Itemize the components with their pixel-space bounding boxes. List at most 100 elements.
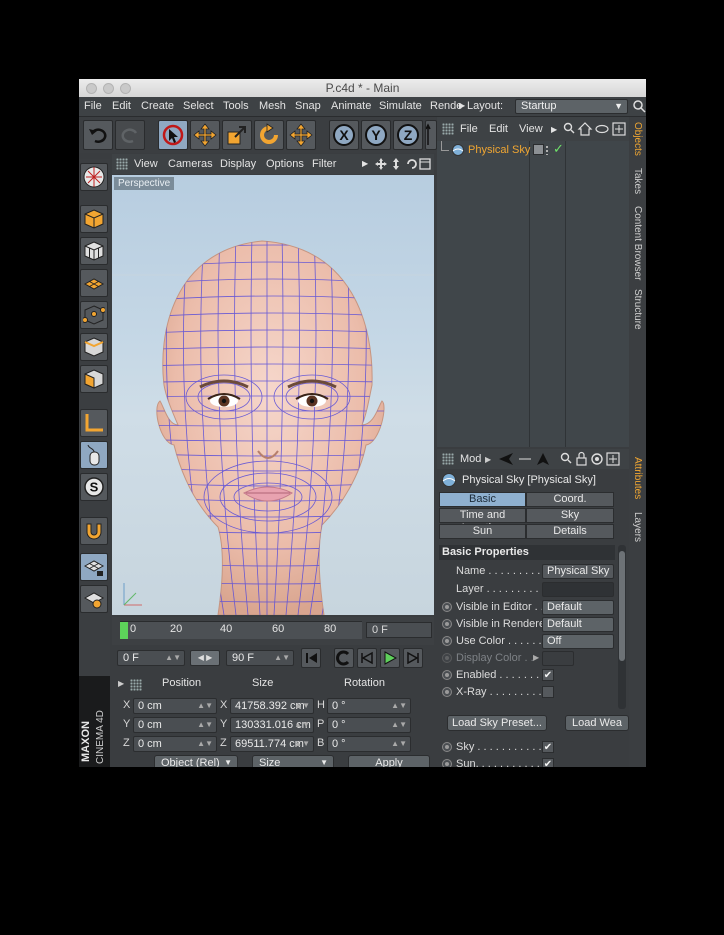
menu-mesh[interactable]: Mesh xyxy=(259,100,286,112)
z-axis-lock-button[interactable]: Z xyxy=(393,120,423,150)
tab-coord[interactable]: Coord. xyxy=(526,492,614,507)
object-list[interactable]: Physical Sky ✓ xyxy=(437,141,629,447)
viewport-menu-display[interactable]: Display xyxy=(220,158,256,170)
animation-radio[interactable] xyxy=(442,687,452,697)
viewport-menu-cameras[interactable]: Cameras xyxy=(168,158,213,170)
rotation-b-field[interactable]: 0 ° ▲▼ xyxy=(327,736,411,752)
tab-takes[interactable]: Takes xyxy=(629,161,646,201)
object-manager-tool-icons[interactable] xyxy=(563,122,627,136)
tab-sky[interactable]: Sky xyxy=(526,508,614,523)
objects-menu-edit[interactable]: Edit xyxy=(489,123,508,135)
current-frame-marker[interactable] xyxy=(120,622,128,639)
workplane-mode-button[interactable] xyxy=(80,269,108,297)
grip-icon[interactable] xyxy=(116,158,128,170)
position-y-field[interactable]: 0 cm ▲▼ xyxy=(133,717,217,733)
texture-mode-button[interactable] xyxy=(80,237,108,265)
close-window-button[interactable] xyxy=(86,83,97,94)
play-button[interactable] xyxy=(380,648,400,668)
layer-field[interactable] xyxy=(542,582,614,597)
viewport-menu-filter[interactable]: Filter xyxy=(312,158,336,170)
list-item[interactable]: Physical Sky ✓ xyxy=(437,141,629,159)
menu-create[interactable]: Create xyxy=(141,100,174,112)
rotate-tool-button[interactable] xyxy=(254,120,284,150)
size-mode-select[interactable]: Size ▼ xyxy=(252,755,334,767)
menu-edit[interactable]: Edit xyxy=(112,100,131,112)
visible-in-editor-select[interactable]: Default xyxy=(542,600,614,615)
rotation-h-field[interactable]: 0 ° ▲▼ xyxy=(327,698,411,714)
menu-select[interactable]: Select xyxy=(183,100,214,112)
menu-simulate[interactable]: Simulate xyxy=(379,100,422,112)
axis-mode-button[interactable] xyxy=(80,409,108,437)
previous-frame-button[interactable] xyxy=(357,648,377,668)
rotation-p-field[interactable]: 0 ° ▲▼ xyxy=(327,717,411,733)
attributes-scrollbar[interactable] xyxy=(618,545,626,709)
start-frame-field[interactable]: 0 F ▲▼ xyxy=(117,650,185,666)
objects-menu-more-icon[interactable]: ▶ xyxy=(551,125,557,134)
position-x-field[interactable]: 0 cm ▲▼ xyxy=(133,698,217,714)
tab-content-browser[interactable]: Content Browser xyxy=(629,203,646,283)
y-axis-lock-button[interactable]: Y xyxy=(361,120,391,150)
tab-layers[interactable]: Layers xyxy=(629,507,646,547)
animation-radio[interactable] xyxy=(442,742,452,752)
menu-more-arrow-icon[interactable]: ▶ xyxy=(459,101,465,110)
perspective-viewport[interactable]: Perspective xyxy=(112,175,434,615)
load-sky-preset-button[interactable]: Load Sky Preset... xyxy=(447,715,547,731)
xray-checkbox[interactable] xyxy=(542,686,554,698)
model-mode-button[interactable] xyxy=(80,205,108,233)
tab-time-and-location[interactable]: Time and Location xyxy=(439,508,526,534)
snapping-button[interactable]: S xyxy=(80,473,108,501)
menu-animate[interactable]: Animate xyxy=(331,100,371,112)
scale-tool-button[interactable] xyxy=(222,120,252,150)
tab-structure[interactable]: Structure xyxy=(629,285,646,333)
lock-workplane-button[interactable] xyxy=(80,553,108,581)
range-slider[interactable]: ◀ ▶ xyxy=(190,650,220,666)
viewport-menu-view[interactable]: View xyxy=(134,158,158,170)
current-frame-field[interactable]: 0 F xyxy=(366,622,432,638)
tab-objects[interactable]: Objects xyxy=(629,119,646,159)
size-x-field[interactable]: 41758.392 cm ▲▼ xyxy=(230,698,314,714)
load-weather-button[interactable]: Load Wea xyxy=(565,715,629,731)
end-frame-field[interactable]: 90 F ▲▼ xyxy=(226,650,294,666)
objects-menu-file[interactable]: File xyxy=(460,123,478,135)
coordinate-mode-select[interactable]: Object (Rel) ▼ xyxy=(154,755,238,767)
make-editable-button[interactable] xyxy=(80,163,108,191)
sun-checkbox[interactable]: ✔ xyxy=(542,758,554,767)
enabled-checkbox[interactable]: ✔ xyxy=(542,669,554,681)
layout-select[interactable]: Startup ▼ xyxy=(515,99,628,114)
use-color-select[interactable]: Off xyxy=(542,634,614,649)
attributes-menu-more-icon[interactable]: ▶ xyxy=(485,455,491,464)
polygons-mode-button[interactable] xyxy=(80,365,108,393)
coordinate-system-button[interactable] xyxy=(425,120,437,150)
sky-checkbox[interactable]: ✔ xyxy=(542,741,554,753)
position-z-field[interactable]: 0 cm ▲▼ xyxy=(133,736,217,752)
size-z-field[interactable]: 69511.774 cm ▲▼ xyxy=(230,736,314,752)
timeline-ruler[interactable]: 0 20 40 60 80 xyxy=(120,621,362,639)
search-icon[interactable] xyxy=(632,99,646,114)
edges-mode-button[interactable] xyxy=(80,333,108,361)
panel-arrow-icon[interactable]: ▶ xyxy=(118,679,124,688)
zoom-window-button[interactable] xyxy=(120,83,131,94)
live-selection-button[interactable] xyxy=(158,120,188,150)
animation-radio[interactable] xyxy=(442,670,452,680)
next-frame-button[interactable] xyxy=(403,648,423,668)
enabled-check-icon[interactable]: ✓ xyxy=(553,141,564,157)
animation-radio[interactable] xyxy=(442,636,452,646)
timeline[interactable]: 0 20 40 60 80 0 F xyxy=(112,617,434,645)
grip-icon[interactable] xyxy=(130,679,142,691)
points-mode-button[interactable] xyxy=(80,301,108,329)
x-axis-lock-button[interactable]: X xyxy=(329,120,359,150)
go-to-start-button[interactable] xyxy=(301,648,321,668)
grip-icon[interactable] xyxy=(442,123,454,135)
tab-sun[interactable]: Sun xyxy=(439,524,526,539)
attribute-manager-tool-icons[interactable] xyxy=(497,451,627,467)
animation-radio[interactable] xyxy=(442,619,452,629)
apply-button[interactable]: Apply xyxy=(348,755,430,767)
tab-attributes[interactable]: Attributes xyxy=(629,451,646,505)
undo-button[interactable] xyxy=(83,120,113,150)
object-name[interactable]: Physical Sky xyxy=(468,144,530,156)
tab-basic[interactable]: Basic xyxy=(439,492,526,507)
name-field[interactable]: Physical Sky xyxy=(542,564,614,579)
visible-in-renderer-select[interactable]: Default xyxy=(542,617,614,632)
record-button[interactable] xyxy=(334,648,354,668)
viewport-menu-more-icon[interactable]: ▶ xyxy=(362,159,368,168)
